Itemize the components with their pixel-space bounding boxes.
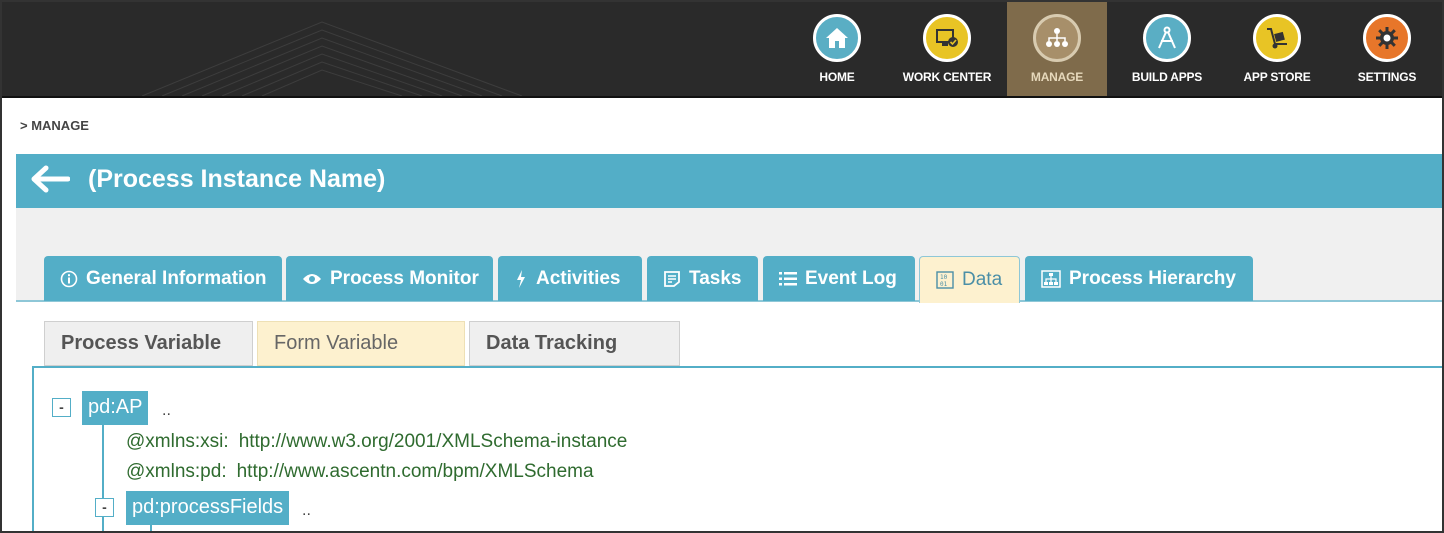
tree-attribute: @xmlns:xsi: http://www.w3.org/2001/XMLSch… [126, 431, 627, 453]
back-arrow-icon[interactable] [30, 164, 70, 194]
tab-activities[interactable]: Activities [498, 256, 642, 301]
tab-label: Event Log [805, 267, 897, 289]
svg-text:10: 10 [940, 274, 948, 281]
tree-node-root[interactable]: pd:AP [82, 391, 149, 425]
nav-build-apps[interactable]: BUILD APPS [1117, 2, 1217, 96]
nav-label: SETTINGS [1357, 70, 1417, 84]
list-icon [779, 271, 797, 287]
eye-icon [302, 272, 322, 286]
nav-work-center[interactable]: WORK CENTER [897, 2, 997, 96]
hierarchy-icon [1041, 269, 1061, 288]
nav-home[interactable]: HOME [787, 2, 887, 96]
gear-icon [1363, 14, 1411, 62]
attribute-value: http://www.ascentn.com/bpm/XMLSchema [236, 461, 594, 482]
nav-manage[interactable]: MANAGE [1007, 2, 1107, 96]
attribute-value: http://www.w3.org/2001/XMLSchema-instanc… [238, 431, 628, 452]
app-window: HOME WORK CENTER MANAGE BUILD APPS APP S [0, 0, 1444, 533]
tab-label: General Information [86, 267, 267, 289]
collapse-toggle[interactable]: - [95, 498, 114, 517]
xml-tree-panel: - pd:AP .. @xmlns:xsi: http://www.w3.org/… [32, 366, 1442, 531]
nav-label: MANAGE [1030, 70, 1084, 84]
data-icon: 10 01 [936, 271, 954, 289]
nav-label: BUILD APPS [1131, 70, 1203, 84]
tab-general-information[interactable]: General Information [44, 256, 282, 301]
tab-label: Process Monitor [330, 267, 479, 289]
attribute-key: @xmlns:xsi: [126, 431, 229, 452]
compass-icon [1143, 14, 1191, 62]
tasks-icon [663, 270, 681, 288]
tab-label: Tasks [689, 267, 742, 289]
tab-process-monitor[interactable]: Process Monitor [286, 256, 493, 301]
tab-label: Process Hierarchy [1069, 267, 1236, 289]
nav-app-store[interactable]: APP STORE [1227, 2, 1327, 96]
tab-data[interactable]: 10 01 Data [919, 256, 1020, 303]
nav-label: WORK CENTER [902, 70, 992, 84]
node-ellipsis[interactable]: .. [162, 402, 171, 420]
top-nav-bar: HOME WORK CENTER MANAGE BUILD APPS APP S [2, 2, 1442, 98]
home-icon [813, 14, 861, 62]
subtab-label: Process Variable [61, 332, 222, 354]
manage-icon [1033, 14, 1081, 62]
info-icon [60, 270, 78, 288]
title-bar: (Process Instance Name) [16, 154, 1442, 208]
page-title: (Process Instance Name) [88, 165, 386, 193]
breadcrumb: > MANAGE [20, 118, 89, 133]
tab-tasks[interactable]: Tasks [647, 256, 758, 301]
nav-label: APP STORE [1243, 70, 1311, 84]
attribute-key: @xmlns:pd: [126, 461, 227, 482]
subtab-process-variable[interactable]: Process Variable [44, 321, 253, 366]
tree-attribute: @xmlns:pd: http://www.ascentn.com/bpm/XML… [126, 461, 594, 483]
tab-process-hierarchy[interactable]: Process Hierarchy [1025, 256, 1253, 301]
work-center-icon [923, 14, 971, 62]
header-decoration [141, 21, 523, 96]
node-ellipsis[interactable]: .. [302, 502, 311, 520]
nav-label: HOME [819, 70, 855, 84]
tree-node-process-fields[interactable]: pd:processFields [126, 491, 290, 525]
lightning-icon [514, 269, 528, 289]
hand-truck-icon [1253, 14, 1301, 62]
tab-event-log[interactable]: Event Log [763, 256, 915, 301]
subtab-label: Form Variable [274, 332, 399, 354]
tab-label: Activities [536, 267, 621, 289]
nav-settings[interactable]: SETTINGS [1337, 2, 1437, 96]
tab-label: Data [962, 269, 1003, 290]
subtab-data-tracking[interactable]: Data Tracking [469, 321, 680, 366]
subtab-label: Data Tracking [486, 332, 618, 354]
collapse-toggle[interactable]: - [52, 398, 71, 417]
subtab-form-variable[interactable]: Form Variable [257, 321, 465, 366]
svg-text:01: 01 [940, 281, 948, 288]
